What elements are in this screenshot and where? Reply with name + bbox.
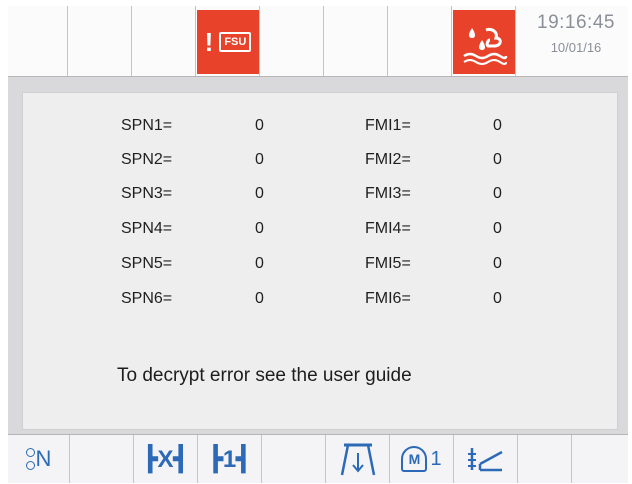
status-slot-2 — [68, 6, 132, 76]
spn2-value: 0 — [255, 151, 264, 168]
hydraulic-flow-icon[interactable] — [454, 435, 518, 483]
engine-memory-icon[interactable]: M 1 — [390, 435, 454, 483]
fmi2-value: 0 — [493, 151, 502, 168]
display-screen: ! FSU 19:16:45 10/01/16 SPN1= 0 FMI1= 0 — [8, 6, 628, 483]
function-slot-2[interactable] — [70, 435, 134, 483]
difflock-glyph: ┣X┫ — [143, 445, 188, 473]
clock-time: 19:16:45 — [537, 12, 615, 33]
code-row-5: SPN5= 0 FMI5= 0 — [121, 255, 601, 279]
status-slot-7 — [388, 6, 452, 76]
fmi5-value: 0 — [493, 255, 502, 272]
water-drops-icon — [463, 28, 508, 65]
neutral-dots — [25, 448, 35, 470]
fmi4-label: FMI4= — [365, 220, 411, 237]
spn4-value: 0 — [255, 220, 264, 237]
differential-lock-icon[interactable]: ┣X┫ — [134, 435, 198, 483]
function-slot-10[interactable] — [572, 435, 628, 483]
clock-date: 10/01/16 — [550, 40, 602, 55]
fmi1-value: 0 — [493, 117, 502, 134]
status-slot-3 — [132, 6, 196, 76]
status-slot-1 — [8, 6, 68, 76]
fmi4-value: 0 — [493, 220, 502, 237]
spn4-label: SPN4= — [121, 220, 173, 237]
function-bar: N ┣X┫ ┣1┫ M 1 — [8, 434, 628, 483]
fmi1-label: FMI1= — [365, 117, 411, 134]
fmi2-label: FMI2= — [365, 151, 411, 168]
four-wheel-drive-icon[interactable]: ┣1┫ — [198, 435, 262, 483]
code-row-1: SPN1= 0 FMI1= 0 — [121, 117, 601, 141]
spn5-label: SPN5= — [121, 255, 173, 272]
memory-count: 1 — [430, 447, 442, 470]
spn5-value: 0 — [255, 255, 264, 272]
spn6-value: 0 — [255, 290, 264, 307]
alarm-exclamation: ! — [204, 26, 214, 57]
neutral-label: N — [35, 446, 52, 471]
code-row-3: SPN3= 0 FMI3= 0 — [121, 185, 601, 209]
error-codes-panel: SPN1= 0 FMI1= 0 SPN2= 0 FMI2= 0 SPN3= 0 … — [22, 92, 618, 430]
spn3-value: 0 — [255, 185, 264, 202]
fmi3-label: FMI3= — [365, 185, 411, 202]
code-row-6: SPN6= 0 FMI6= 0 — [121, 290, 601, 314]
fmi6-label: FMI6= — [365, 290, 411, 307]
water-in-fuel-icon[interactable] — [453, 10, 515, 74]
spn1-value: 0 — [255, 117, 264, 134]
status-bar: ! FSU 19:16:45 10/01/16 — [8, 6, 628, 77]
lift-arms-icon — [340, 443, 375, 476]
difflock-label: X — [157, 445, 174, 473]
spn2-label: SPN2= — [121, 151, 173, 168]
fsu-label-text: FSU — [224, 36, 247, 48]
neutral-gear-icon[interactable]: N — [8, 435, 70, 483]
function-slot-5[interactable] — [262, 435, 326, 483]
fmi3-value: 0 — [493, 185, 502, 202]
fmi6-value: 0 — [493, 290, 502, 307]
fsu-label: FSU — [219, 32, 252, 52]
fsu-alarm-icon[interactable]: ! FSU — [197, 10, 259, 74]
clock: 19:16:45 10/01/16 — [524, 12, 628, 55]
spn1-label: SPN1= — [121, 117, 173, 134]
user-guide-note: To decrypt error see the user guide — [117, 365, 412, 386]
fmi5-label: FMI5= — [365, 255, 411, 272]
fwd-glyph: ┣1┫ — [208, 445, 251, 473]
code-row-4: SPN4= 0 FMI4= 0 — [121, 220, 601, 244]
code-row-2: SPN2= 0 FMI2= 0 — [121, 151, 601, 175]
status-slot-6 — [324, 6, 388, 76]
fwd-label: 1 — [222, 445, 237, 473]
flow-valve-icon — [467, 448, 503, 472]
spn3-label: SPN3= — [121, 185, 173, 202]
status-slot-5 — [260, 6, 324, 76]
function-slot-9[interactable] — [518, 435, 572, 483]
spn6-label: SPN6= — [121, 290, 173, 307]
memory-m-icon: M — [401, 446, 428, 472]
implement-lift-icon[interactable] — [326, 435, 390, 483]
